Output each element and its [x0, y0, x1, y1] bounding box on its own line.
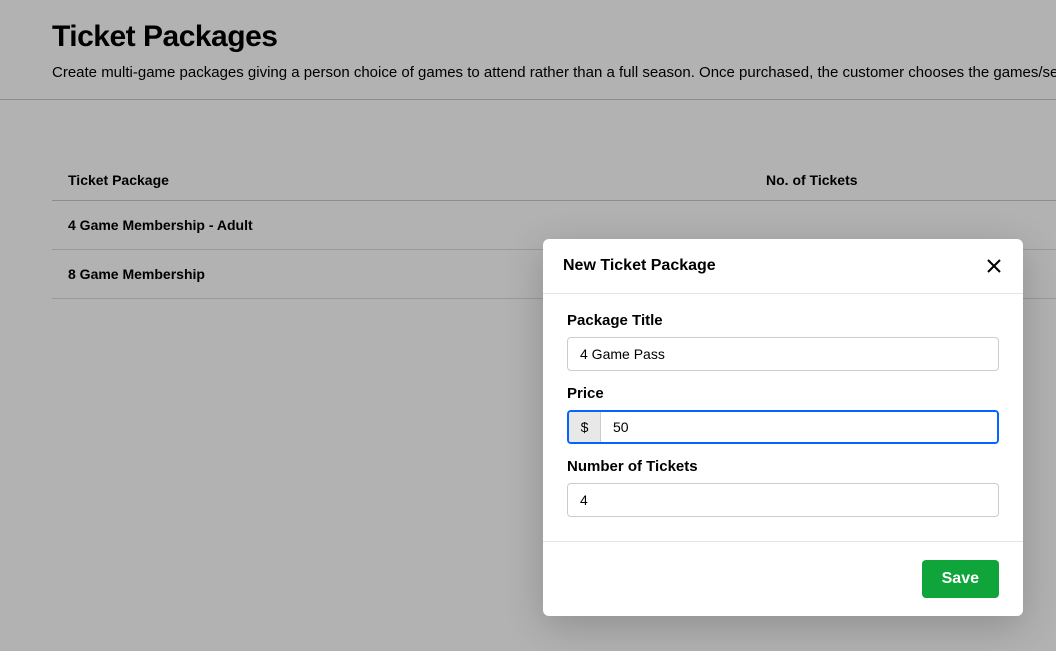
price-input-wrapper: $ — [567, 410, 999, 444]
currency-prefix: $ — [569, 412, 601, 442]
price-input[interactable] — [601, 412, 997, 442]
modal-body: Package Title Price $ Number of Tickets — [543, 294, 1023, 541]
label-package-title: Package Title — [567, 312, 999, 329]
form-group-tickets: Number of Tickets — [567, 458, 999, 517]
save-button[interactable]: Save — [922, 560, 999, 598]
modal-header: New Ticket Package — [543, 239, 1023, 294]
label-price: Price — [567, 385, 999, 402]
new-package-modal: New Ticket Package Package Title Price $… — [543, 239, 1023, 616]
package-title-input[interactable] — [567, 337, 999, 371]
close-icon — [987, 259, 1001, 273]
label-num-tickets: Number of Tickets — [567, 458, 999, 475]
form-group-title: Package Title — [567, 312, 999, 371]
close-button[interactable] — [985, 257, 1003, 275]
modal-footer: Save — [543, 541, 1023, 616]
num-tickets-input[interactable] — [567, 483, 999, 517]
form-group-price: Price $ — [567, 385, 999, 444]
modal-title: New Ticket Package — [563, 257, 716, 275]
